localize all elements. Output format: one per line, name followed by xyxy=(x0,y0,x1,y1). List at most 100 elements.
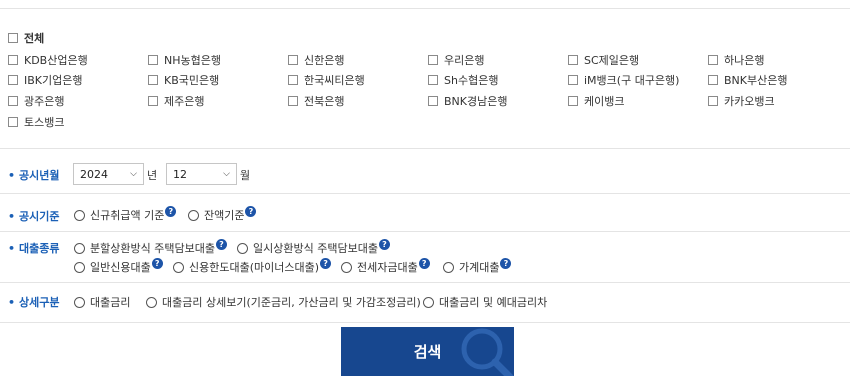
detail-option-rate-breakdown[interactable]: 대출금리 상세보기(기준금리, 가산금리 및 가감조정금리) xyxy=(146,294,421,310)
radio-button[interactable] xyxy=(443,261,454,273)
option-label: 대출금리 상세보기(기준금리, 가산금리 및 가감조정금리) xyxy=(162,296,421,309)
option-label: 일반신용대출 xyxy=(90,261,151,274)
month-select[interactable]: 12 ⌵ xyxy=(166,163,237,185)
bank-checkbox-sc[interactable]: SC제일은행 xyxy=(568,52,639,68)
help-icon[interactable]: ? xyxy=(165,205,177,217)
detail-option-spread[interactable]: 대출금리 및 예대금리차 xyxy=(423,294,547,310)
loan-type-option-lump-sum[interactable]: 일시상환방식 주택담보대출 ? xyxy=(237,238,390,256)
checkbox-box[interactable] xyxy=(8,117,18,127)
checkbox-box[interactable] xyxy=(148,55,158,65)
bank-checkbox-woori[interactable]: 우리은행 xyxy=(428,52,484,68)
checkbox-box[interactable] xyxy=(288,96,298,106)
bank-checkbox-citi[interactable]: 한국씨티은행 xyxy=(288,72,365,88)
loan-type-option-installment[interactable]: 분할상환방식 주택담보대출 ? xyxy=(74,238,227,256)
bank-checkbox-ibk[interactable]: IBK기업은행 xyxy=(8,72,82,88)
loan-type-label: 대출종류 xyxy=(8,240,59,256)
help-icon[interactable]: ? xyxy=(215,238,227,250)
bank-checkbox-bnk-kyongnam[interactable]: BNK경남은행 xyxy=(428,93,507,109)
bank-checkbox-kakao[interactable]: 카카오뱅크 xyxy=(708,93,775,109)
period-label: 공시년월 xyxy=(8,167,59,183)
section-divider xyxy=(0,148,850,149)
year-unit: 년 xyxy=(147,169,158,182)
checkbox-box[interactable] xyxy=(568,55,578,65)
radio-button[interactable] xyxy=(188,209,199,221)
chevron-down-icon: ⌵ xyxy=(223,169,230,179)
help-icon[interactable]: ? xyxy=(245,205,257,217)
bank-label: 전북은행 xyxy=(304,95,345,108)
bank-checkbox-hana[interactable]: 하나은행 xyxy=(708,52,764,68)
bank-checkbox-kdb[interactable]: KDB산업은행 xyxy=(8,52,88,68)
radio-button[interactable] xyxy=(74,242,85,254)
bank-label: BNK경남은행 xyxy=(444,95,508,108)
checkbox-box[interactable] xyxy=(8,75,18,85)
month-unit: 월 xyxy=(240,169,251,182)
bank-checkbox-kbank[interactable]: 케이뱅크 xyxy=(568,93,624,109)
help-icon[interactable]: ? xyxy=(418,257,430,269)
radio-button[interactable] xyxy=(237,242,248,254)
bank-checkbox-kb[interactable]: KB국민은행 xyxy=(148,72,219,88)
bank-label: 하나은행 xyxy=(724,54,765,67)
checkbox-box[interactable] xyxy=(428,75,438,85)
checkbox-box[interactable] xyxy=(148,75,158,85)
checkbox-box[interactable] xyxy=(8,96,18,106)
chevron-down-icon: ⌵ xyxy=(130,169,137,179)
detail-option-rate[interactable]: 대출금리 xyxy=(74,294,130,310)
bank-checkbox-im[interactable]: iM뱅크(구 대구은행) xyxy=(568,72,679,88)
bank-all-checkbox[interactable]: 전체 xyxy=(8,30,44,46)
loan-type-option-jeonse[interactable]: 전세자금대출 ? xyxy=(341,257,430,275)
radio-button[interactable] xyxy=(146,296,157,308)
bank-label: NH농협은행 xyxy=(164,54,221,67)
checkbox-box[interactable] xyxy=(568,96,578,106)
bank-label: 토스뱅크 xyxy=(24,116,65,129)
section-divider xyxy=(0,193,850,194)
checkbox-box[interactable] xyxy=(288,75,298,85)
bank-checkbox-jeju[interactable]: 제주은행 xyxy=(148,93,204,109)
checkbox-box[interactable] xyxy=(148,96,158,106)
checkbox-box[interactable] xyxy=(428,96,438,106)
basis-option-new[interactable]: 신규취급액 기준 ? xyxy=(74,205,177,223)
loan-type-option-household[interactable]: 가계대출 ? xyxy=(443,257,512,275)
help-icon[interactable]: ? xyxy=(378,238,390,250)
bank-checkbox-gwangju[interactable]: 광주은행 xyxy=(8,93,64,109)
checkbox-box[interactable] xyxy=(288,55,298,65)
radio-button[interactable] xyxy=(341,261,352,273)
radio-button[interactable] xyxy=(423,296,434,308)
bank-checkbox-sh[interactable]: Sh수협은행 xyxy=(428,72,498,88)
radio-button[interactable] xyxy=(74,209,85,221)
basis-label: 공시기준 xyxy=(8,208,59,224)
checkbox-box[interactable] xyxy=(8,55,18,65)
bank-checkbox-shinhan[interactable]: 신한은행 xyxy=(288,52,344,68)
checkbox-box[interactable] xyxy=(8,33,18,43)
loan-type-option-credit-line[interactable]: 신용한도대출(마이너스대출) ? xyxy=(173,257,332,275)
option-label: 일시상환방식 주택담보대출 xyxy=(253,242,378,255)
search-button-label: 검색 xyxy=(413,343,442,361)
option-label: 신규취급액 기준 xyxy=(90,209,165,222)
help-icon[interactable]: ? xyxy=(320,257,332,269)
checkbox-box[interactable] xyxy=(708,96,718,106)
month-value: 12 xyxy=(173,167,187,181)
bank-checkbox-bnk-busan[interactable]: BNK부산은행 xyxy=(708,72,787,88)
year-select[interactable]: 2024 ⌵ xyxy=(73,163,144,185)
radio-button[interactable] xyxy=(74,296,85,308)
bank-label: 광주은행 xyxy=(24,95,65,108)
radio-button[interactable] xyxy=(173,261,184,273)
help-icon[interactable]: ? xyxy=(500,257,512,269)
bank-label: KB국민은행 xyxy=(164,74,220,87)
bank-checkbox-toss[interactable]: 토스뱅크 xyxy=(8,114,64,130)
option-label: 전세자금대출 xyxy=(357,261,418,274)
bank-checkbox-jeonbuk[interactable]: 전북은행 xyxy=(288,93,344,109)
top-divider xyxy=(0,8,850,9)
radio-button[interactable] xyxy=(74,261,85,273)
checkbox-box[interactable] xyxy=(568,75,578,85)
checkbox-box[interactable] xyxy=(708,75,718,85)
search-button[interactable]: 검색 xyxy=(341,327,514,376)
checkbox-box[interactable] xyxy=(428,55,438,65)
basis-option-balance[interactable]: 잔액기준 ? xyxy=(188,205,257,223)
checkbox-box[interactable] xyxy=(708,55,718,65)
bank-label: Sh수협은행 xyxy=(444,74,499,87)
help-icon[interactable]: ? xyxy=(151,257,163,269)
bank-checkbox-nh[interactable]: NH농협은행 xyxy=(148,52,221,68)
detail-label: 상세구분 xyxy=(8,294,59,310)
loan-type-option-credit[interactable]: 일반신용대출 ? xyxy=(74,257,163,275)
bank-label: SC제일은행 xyxy=(584,54,640,67)
